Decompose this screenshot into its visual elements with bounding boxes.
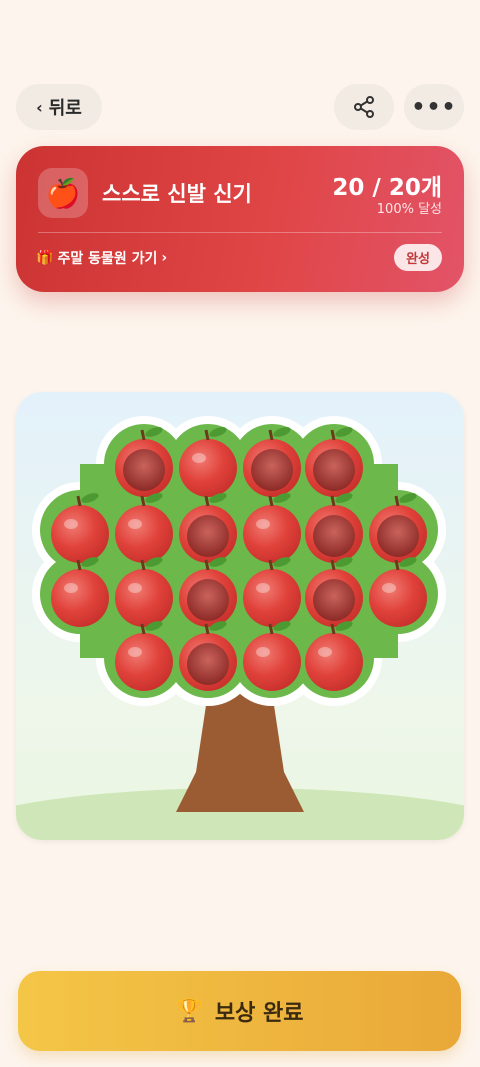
more-button[interactable]: ••• bbox=[404, 84, 464, 130]
divider bbox=[38, 232, 442, 233]
back-button[interactable]: ‹ 뒤로 bbox=[16, 84, 102, 130]
chevron-left-icon: ‹ bbox=[36, 97, 43, 117]
goal-title: 스스로 신발 신기 bbox=[102, 182, 252, 206]
trophy-icon: 🏆 bbox=[175, 998, 203, 1024]
status-badge: 완성 bbox=[394, 244, 442, 271]
share-button[interactable] bbox=[334, 84, 394, 130]
goal-count: 20 / 20개 bbox=[332, 175, 442, 201]
top-bar: ‹ 뒤로 ••• bbox=[16, 84, 464, 130]
reward-label: 주말 동물원 가기 bbox=[57, 251, 158, 267]
reward-link[interactable]: 🎁 주말 동물원 가기 › bbox=[36, 248, 167, 268]
more-dots-icon: ••• bbox=[411, 94, 457, 120]
chevron-right-icon: › bbox=[161, 250, 168, 266]
apple-icon: 🍎 bbox=[38, 168, 88, 218]
reward-complete-label: 보상 완료 bbox=[214, 1001, 304, 1026]
gift-icon: 🎁 bbox=[36, 250, 54, 266]
goal-card: 🍎 스스로 신발 신기 20 / 20개 100% 달성 🎁 주말 동물원 가기… bbox=[16, 146, 464, 292]
apple-tree-panel bbox=[16, 392, 464, 840]
goal-emoji: 🍎 bbox=[45, 176, 81, 210]
apple-tree bbox=[16, 416, 464, 840]
goal-percent: 100% 달성 bbox=[376, 202, 442, 217]
tree-trunk bbox=[176, 692, 304, 812]
reward-complete-button[interactable]: 🏆 보상 완료 bbox=[18, 971, 461, 1051]
share-icon bbox=[354, 96, 374, 118]
back-label: 뒤로 bbox=[48, 98, 82, 119]
